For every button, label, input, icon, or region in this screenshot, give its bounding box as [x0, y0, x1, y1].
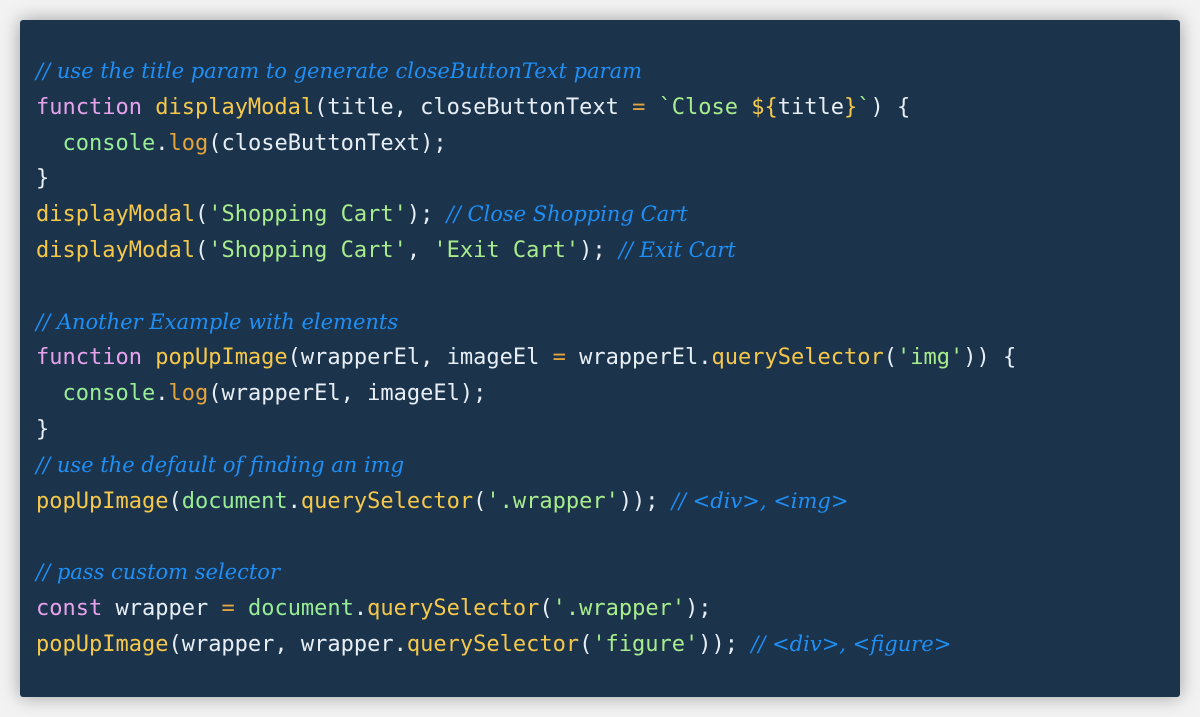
code-token: querySelector — [406, 631, 580, 657]
code-token: ( — [539, 595, 553, 621]
code-line: } — [36, 161, 1180, 197]
code-token: ${ — [751, 94, 778, 120]
code-token: console — [62, 381, 156, 407]
code-token: function — [36, 94, 142, 120]
code-line: // pass custom selector — [36, 555, 1180, 591]
code-line: console.log(closeButtonText); — [36, 126, 1180, 162]
code-token: const — [36, 595, 103, 621]
code-line: popUpImage(wrapper, wrapper.querySelecto… — [36, 627, 1180, 663]
code-token: ( — [194, 237, 209, 263]
code-token: popUpImage — [36, 631, 169, 657]
code-token: title — [777, 94, 845, 120]
code-line: const wrapper = document.querySelector('… — [36, 591, 1180, 627]
code-token: `Close — [658, 94, 752, 120]
code-token: . — [155, 130, 169, 156]
code-token: console — [62, 130, 156, 156]
code-token: )) { — [963, 345, 1017, 371]
code-line: displayModal('Shopping Cart'); // Close … — [36, 197, 1180, 233]
code-comment: // Close Shopping Cart — [446, 202, 688, 227]
code-token: )); — [698, 631, 752, 657]
code-token: '.wrapper' — [486, 488, 619, 514]
code-token: log — [168, 130, 209, 156]
code-token: 'Exit Cart' — [433, 237, 580, 263]
code-token: popUpImage — [155, 345, 288, 371]
code-token: ` — [857, 94, 871, 120]
code-token: = — [632, 94, 646, 120]
code-comment: // <div>, <img> — [671, 488, 849, 513]
code-token: ( — [473, 488, 487, 514]
code-token: displayModal — [155, 94, 315, 120]
code-token: ) { — [870, 94, 911, 120]
code-token: ( — [579, 631, 593, 657]
code-token: querySelector — [711, 345, 884, 371]
code-line: console.log(wrapperEl, imageEl); — [36, 376, 1180, 412]
code-comment: // use the default of finding an img — [36, 452, 405, 477]
code-line: function popUpImage(wrapperEl, imageEl =… — [36, 340, 1180, 376]
code-token: } — [36, 416, 50, 442]
code-line: } — [36, 412, 1180, 448]
code-token: , — [406, 237, 434, 263]
code-token: wrapperEl. — [565, 345, 712, 371]
code-token: } — [844, 94, 858, 120]
code-line: // use the default of finding an img — [36, 448, 1180, 484]
code-token: document — [181, 488, 288, 514]
code-token: (wrapperEl, imageEl — [287, 345, 553, 371]
code-token: (title, closeButtonText — [314, 94, 633, 120]
code-line: // Another Example with elements — [36, 305, 1180, 341]
code-line: displayModal('Shopping Cart', 'Exit Cart… — [36, 233, 1180, 269]
code-token: 'Shopping Cart' — [208, 237, 407, 263]
code-comment: // Exit Cart — [618, 237, 736, 262]
code-token: (wrapper, wrapper. — [168, 631, 407, 657]
code-token: ( — [883, 345, 897, 371]
code-token: . — [353, 595, 368, 621]
code-line: function displayModal(title, closeButton… — [36, 90, 1180, 126]
code-token: . — [155, 381, 169, 407]
code-token: ); — [579, 237, 619, 263]
code-token: } — [36, 166, 50, 192]
code-token: . — [287, 488, 301, 514]
code-token: ); — [406, 202, 447, 228]
code-block: // use the title param to generate close… — [36, 54, 1180, 663]
code-token: '.wrapper' — [552, 595, 686, 621]
code-token: 'Shopping Cart' — [208, 202, 407, 228]
code-token: 'img' — [896, 345, 964, 371]
code-token: displayModal — [36, 237, 195, 263]
code-token: document — [247, 595, 354, 621]
code-token: displayModal — [36, 202, 195, 228]
code-token: = — [552, 345, 566, 371]
code-token: (closeButtonText); — [208, 130, 447, 156]
code-line: popUpImage(document.querySelector('.wrap… — [36, 484, 1180, 520]
code-token: popUpImage — [36, 488, 169, 514]
code-token: = — [221, 595, 235, 621]
code-token: )); — [618, 488, 672, 514]
code-token: querySelector — [367, 595, 540, 621]
code-comment: // pass custom selector — [36, 560, 280, 585]
code-comment: // Another Example with elements — [36, 309, 399, 334]
code-comment: // use the title param to generate close… — [36, 59, 643, 83]
code-token: ( — [194, 202, 209, 228]
code-token: (wrapperEl, imageEl); — [208, 381, 487, 407]
code-token: ); — [685, 595, 712, 621]
code-editor: // use the title param to generate close… — [20, 20, 1180, 697]
code-line: // use the title param to generate close… — [36, 54, 1180, 90]
code-token: wrapper — [102, 595, 222, 621]
code-token: function — [36, 345, 142, 371]
code-token: ( — [168, 488, 182, 514]
code-comment: // <div>, <figure> — [751, 631, 952, 656]
code-token: log — [168, 381, 209, 407]
code-token: 'figure' — [592, 631, 699, 657]
code-token: querySelector — [300, 488, 474, 514]
